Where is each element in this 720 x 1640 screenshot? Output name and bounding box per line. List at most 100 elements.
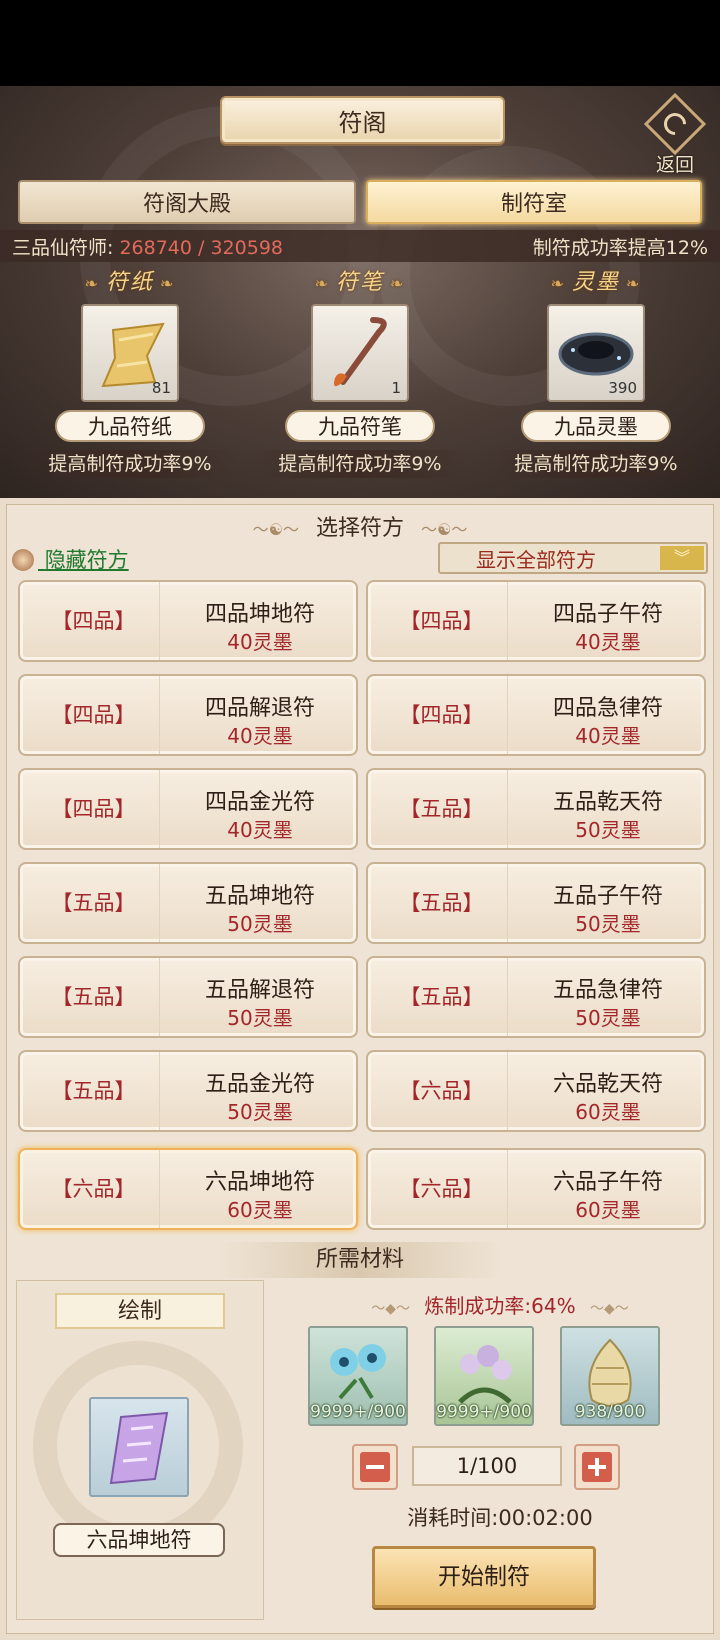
recipe-card[interactable]: 【四品】 四品金光符 40灵墨 — [18, 768, 358, 850]
recipe-name: 五品金光符 — [204, 1072, 315, 1097]
ornament-icon: 〜◆〜 — [589, 1301, 629, 1317]
material-count: 390 — [608, 379, 637, 397]
recipe-card[interactable]: 【六品】 六品乾天符 60灵墨 — [366, 1050, 706, 1132]
ingredient-slot[interactable]: 9999+/900 — [308, 1326, 408, 1426]
recipe-grade: 【五品】 — [28, 864, 160, 942]
plus-icon — [582, 1452, 612, 1482]
recipe-card[interactable]: 【四品】 四品解退符 40灵墨 — [18, 674, 358, 756]
recipe-name: 四品子午符 — [552, 602, 663, 627]
ingredient-qty: 9999+/900 — [310, 1402, 406, 1422]
recipe-grade: 【四品】 — [376, 582, 508, 660]
page-title: 符阁 — [220, 96, 505, 144]
recipe-name: 四品坤地符 — [204, 602, 315, 627]
material-name: 九品符笔 — [285, 410, 435, 442]
material-slot-brush[interactable]: 1 — [311, 304, 409, 402]
back-button[interactable]: 返回 — [642, 92, 708, 176]
material-brush: 符笔 1 九品符笔 提高制符成功率9% — [250, 268, 470, 492]
recipe-cost: 40灵墨 — [575, 630, 641, 654]
recipe-cost: 40灵墨 — [227, 630, 293, 654]
recipe-card-selected[interactable]: 【六品】 六品坤地符 60灵墨 — [18, 1148, 358, 1230]
quantity-field[interactable]: 1/100 — [412, 1446, 562, 1486]
talisman-slot[interactable] — [89, 1397, 189, 1497]
recipe-card[interactable]: 【四品】 四品子午符 40灵墨 — [366, 580, 706, 662]
material-bonus: 提高制符成功率9% — [20, 450, 240, 478]
craft-time: 消耗时间:00:02:00 — [407, 1506, 593, 1530]
recipe-name: 四品急律符 — [552, 696, 663, 721]
material-header: 灵墨 — [486, 268, 706, 298]
rank-bonus: 制符成功率提高12% — [532, 236, 708, 259]
ornament-icon: 〜◆〜 — [371, 1301, 411, 1317]
rank-info: 三品仙符师: 268740 / 320598 — [12, 233, 283, 260]
material-slot-ink[interactable]: 390 — [547, 304, 645, 402]
decrease-button[interactable] — [352, 1444, 398, 1490]
recipe-cost: 50灵墨 — [227, 1100, 293, 1124]
recipe-card[interactable]: 【四品】 四品急律符 40灵墨 — [366, 674, 706, 756]
material-header: 符纸 — [20, 268, 240, 298]
recipe-cost: 50灵墨 — [575, 912, 641, 936]
recipe-grade: 【五品】 — [376, 864, 508, 942]
recipe-cost: 50灵墨 — [575, 818, 641, 842]
start-crafting-button[interactable]: 开始制符 — [372, 1546, 596, 1608]
recipe-grade: 【六品】 — [376, 1052, 508, 1130]
recipe-card[interactable]: 【五品】 五品金光符 50灵墨 — [18, 1050, 358, 1132]
recipe-name: 五品子午符 — [552, 884, 663, 909]
hide-recipes-link[interactable]: 隐藏符方 — [12, 544, 129, 574]
success-rate-text: 炼制成功率:64% — [424, 1294, 576, 1318]
status-bar-area — [0, 0, 720, 86]
hide-recipes-label: 隐藏符方 — [44, 548, 129, 572]
recipe-grade: 【四品】 — [28, 770, 160, 848]
recipe-cost: 40灵墨 — [227, 818, 293, 842]
recipe-orb-icon — [12, 549, 34, 571]
recipe-cost: 40灵墨 — [227, 724, 293, 748]
recipe-card[interactable]: 【五品】 五品解退符 50灵墨 — [18, 956, 358, 1038]
recipe-grade: 【六品】 — [376, 1150, 508, 1228]
recipe-card[interactable]: 【六品】 六品子午符 60灵墨 — [366, 1148, 706, 1230]
recipe-card[interactable]: 【五品】 五品急律符 50灵墨 — [366, 956, 706, 1038]
ornament-icon: 〜☯〜 — [421, 520, 468, 539]
recipe-name: 五品解退符 — [204, 978, 315, 1003]
rank-label: 三品仙符师: — [12, 236, 114, 259]
recipe-cost: 60灵墨 — [575, 1100, 641, 1124]
recipe-cost: 60灵墨 — [575, 1198, 641, 1222]
ingredient-qty: 938/900 — [574, 1402, 646, 1422]
recipe-grade: 【四品】 — [376, 676, 508, 754]
ingredient-slot[interactable]: 9999+/900 — [434, 1326, 534, 1426]
recipe-cost: 40灵墨 — [575, 724, 641, 748]
ingredient-slot[interactable]: 938/900 — [560, 1326, 660, 1426]
ornament-icon: 〜☯〜 — [252, 520, 299, 539]
header-area: 符阁 返回 符阁大殿 制符室 三品仙符师: 268740 / 320598 制符… — [0, 86, 720, 498]
recipe-name: 六品子午符 — [552, 1170, 663, 1195]
recipe-card[interactable]: 【五品】 五品坤地符 50灵墨 — [18, 862, 358, 944]
recipe-name: 五品乾天符 — [552, 790, 663, 815]
recipe-name: 五品急律符 — [552, 978, 663, 1003]
tab-crafting-room[interactable]: 制符室 — [366, 180, 702, 224]
recipe-name: 四品解退符 — [204, 696, 315, 721]
material-slot-paper[interactable]: 81 — [81, 304, 179, 402]
filter-value: 显示全部符方 — [476, 547, 596, 572]
material-count: 1 — [391, 379, 401, 397]
material-bonus: 提高制符成功率9% — [486, 450, 706, 478]
increase-button[interactable] — [574, 1444, 620, 1490]
material-ink: 灵墨 390 九品灵墨 提高制符成功率9% — [486, 268, 706, 492]
recipe-name: 四品金光符 — [204, 790, 315, 815]
rank-status-bar: 三品仙符师: 268740 / 320598 制符成功率提高12% — [0, 230, 720, 262]
tab-main-hall[interactable]: 符阁大殿 — [18, 180, 356, 224]
select-recipe-header: 〜☯〜 选择符方 〜☯〜 — [0, 510, 720, 542]
recipe-cost: 50灵墨 — [227, 912, 293, 936]
recipe-grade: 【五品】 — [28, 958, 160, 1036]
rank-exp: 268740 / 320598 — [119, 236, 283, 259]
recipe-grade: 【五品】 — [376, 958, 508, 1036]
recipe-card[interactable]: 【五品】 五品乾天符 50灵墨 — [366, 768, 706, 850]
recipe-name: 六品乾天符 — [552, 1072, 663, 1097]
recipe-grade: 【六品】 — [28, 1150, 160, 1228]
recipe-cost: 50灵墨 — [227, 1006, 293, 1030]
recipe-card[interactable]: 【五品】 五品子午符 50灵墨 — [366, 862, 706, 944]
success-rate: 〜◆〜 炼制成功率:64% 〜◆〜 — [300, 1290, 700, 1319]
recipe-filter-dropdown[interactable]: 显示全部符方 ︾ — [438, 542, 708, 574]
select-recipe-title: 选择符方 — [315, 516, 404, 541]
material-header: 符笔 — [250, 268, 470, 298]
draw-item-name: 六品坤地符 — [53, 1523, 225, 1557]
required-materials-title: 所需材料 — [220, 1242, 500, 1278]
recipe-card[interactable]: 【四品】 四品坤地符 40灵墨 — [18, 580, 358, 662]
draw-preview: 绘制 六品坤地符 — [16, 1280, 264, 1620]
